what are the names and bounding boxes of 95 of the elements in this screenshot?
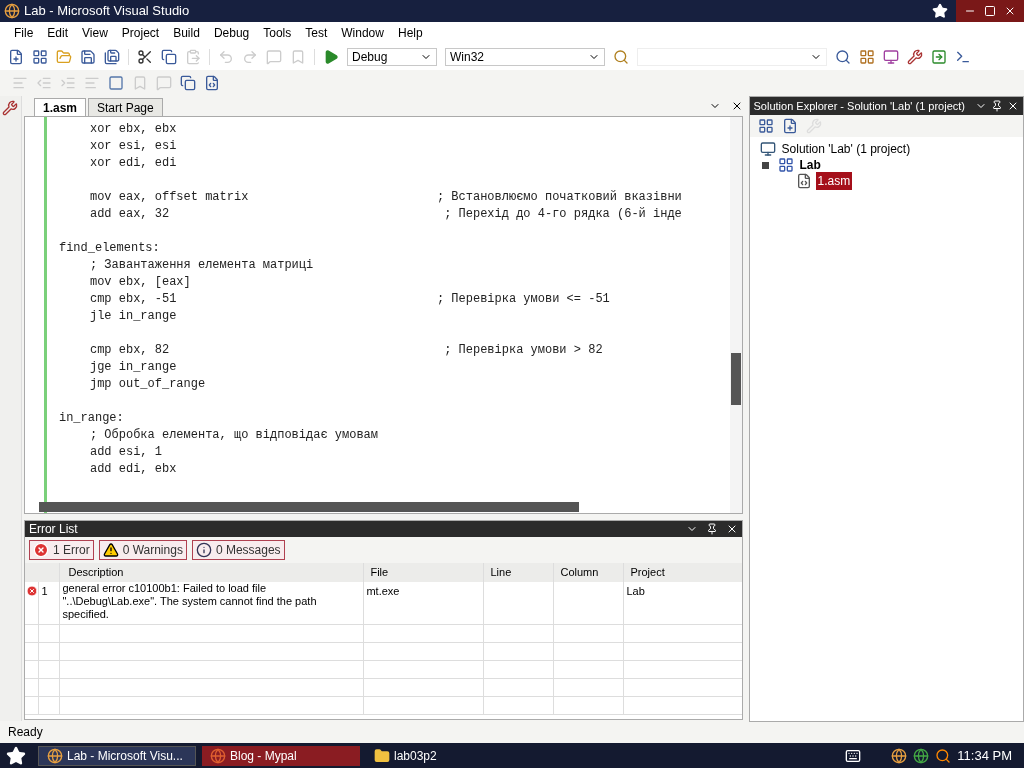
code-line: jge in_range — [88, 359, 177, 375]
code-line: xor esi, esi — [88, 138, 177, 154]
code-line: ; Завантаження елемента матриці — [88, 257, 314, 273]
table-cell: Lab — [623, 582, 742, 625]
column-header[interactable]: Description — [59, 563, 364, 582]
window-icon[interactable] — [883, 49, 899, 65]
window-title: Lab - Microsoft Visual Studio — [24, 2, 190, 21]
menu-item[interactable]: Debug — [207, 24, 256, 42]
table-cell: mt.exe — [363, 582, 484, 625]
collapse-toggle[interactable] — [761, 161, 769, 169]
code-comment: ; Перехід до 4-го рядка (6-й інде — [443, 206, 682, 223]
panel-title: Solution Explorer - Solution 'Lab' (1 project) — [753, 98, 965, 114]
terminal-icon[interactable] — [955, 49, 971, 65]
code-line: find_elements: — [58, 241, 160, 255]
search-icon[interactable] — [935, 747, 952, 764]
project-icon — [777, 157, 794, 173]
code-line: in_range: — [58, 411, 124, 425]
document-tab[interactable]: Start Page — [88, 98, 163, 116]
maximize-button[interactable] — [984, 5, 996, 17]
cut-icon[interactable] — [137, 49, 153, 65]
error-icon — [32, 542, 49, 558]
tree-item[interactable]: Lab — [797, 156, 823, 174]
search-icon[interactable] — [835, 49, 851, 65]
find-in-files-icon[interactable] — [613, 49, 629, 65]
table-cell: 1 — [38, 582, 60, 625]
table-cell: general error c10100b1: Failed to load file "..\Debug\Lab.exe". The system cannot find the path specified. — [59, 582, 364, 625]
clock: 11:34 PM — [957, 746, 1012, 765]
column-header[interactable]: File — [363, 563, 484, 582]
column-header[interactable]: Column — [553, 563, 624, 582]
panel-title: Error List — [28, 521, 78, 538]
menu-item[interactable]: Tools — [257, 24, 298, 42]
menu-item[interactable]: Window — [335, 24, 390, 42]
document-icon[interactable] — [180, 75, 196, 91]
browser-icon — [210, 747, 226, 764]
code-line: cmp ebx, -51 — [88, 291, 177, 307]
show-files-icon[interactable] — [781, 118, 798, 134]
pin-icon[interactable] — [705, 523, 718, 535]
close-icon[interactable] — [1007, 100, 1019, 112]
new-project-icon[interactable] — [8, 49, 24, 65]
tree-item[interactable]: Solution 'Lab' (1 project) — [779, 140, 913, 158]
taskbar-button[interactable]: Blog - Mypal — [202, 745, 360, 766]
menu-item[interactable]: Help — [391, 24, 429, 42]
warning-icon — [102, 542, 119, 558]
file-icon — [795, 173, 812, 189]
pin-icon[interactable] — [991, 100, 1003, 112]
app-icon — [4, 3, 20, 19]
code-line: mov ebx, [eax] — [88, 274, 191, 290]
start-button[interactable] — [6, 745, 26, 766]
start-debugging-icon[interactable] — [323, 49, 339, 65]
menu-item[interactable]: Build — [167, 24, 206, 42]
taskbar-button[interactable]: Lab - Microsoft Visu... — [38, 745, 196, 766]
code-comment: ; Встановлюємо початковий вказівни — [436, 189, 682, 206]
keyboard-icon[interactable] — [845, 747, 862, 764]
code-comment: ; Перевірка умови > 82 — [443, 342, 603, 359]
vertical-scrollbar[interactable] — [729, 117, 742, 513]
save-all-icon[interactable] — [104, 49, 120, 65]
menu-item[interactable]: Edit — [41, 24, 75, 42]
column-header[interactable]: Line — [483, 563, 554, 582]
taskbar-button[interactable]: lab03p2 — [366, 745, 524, 766]
menu-item[interactable]: Project — [115, 24, 166, 42]
column-header[interactable]: Project — [623, 563, 742, 582]
info-icon — [195, 542, 212, 558]
code-line: add eax, 32 — [88, 206, 170, 222]
menu-item[interactable]: Test — [299, 24, 334, 42]
code-comment: ; Перевірка умови <= -51 — [436, 291, 610, 308]
code-line: add esi, 1 — [88, 444, 162, 460]
tools-icon[interactable] — [907, 49, 923, 65]
code-line: ; Обробка елемента, що відповідає умовам — [88, 427, 378, 443]
menu-item[interactable]: File — [8, 24, 40, 42]
code-line: xor ebx, ebx — [88, 121, 177, 137]
code-line: jmp out_of_range — [88, 376, 206, 392]
horizontal-scrollbar[interactable] — [38, 502, 579, 512]
code-line: xor edi, edi — [88, 155, 177, 171]
app-icon — [47, 747, 63, 764]
status-text: Ready — [8, 724, 43, 741]
filter-button[interactable]: 0 Warnings — [98, 540, 187, 560]
code-line: cmp ebx, 82 — [88, 342, 170, 358]
filter-button[interactable]: 0 Messages — [191, 540, 285, 560]
close-icon[interactable] — [1004, 5, 1016, 17]
code-line: jle in_range — [88, 308, 177, 324]
menu-item[interactable]: View — [76, 24, 114, 42]
document-tab[interactable]: 1.asm — [33, 98, 86, 116]
copy-icon[interactable] — [161, 49, 177, 65]
rectangle-icon[interactable] — [108, 75, 124, 91]
tree-item[interactable]: 1.asm — [815, 172, 853, 190]
filter-button[interactable]: 1 Error — [28, 540, 94, 560]
folder-icon — [374, 747, 390, 764]
configuration-dropdown[interactable]: Win32 — [445, 48, 605, 66]
save-icon[interactable] — [80, 49, 96, 65]
code-editor[interactable] — [23, 116, 743, 514]
configuration-dropdown[interactable]: Debug — [347, 48, 437, 66]
code-line: mov eax, offset matrix — [88, 189, 249, 205]
code-line: add edi, ebx — [88, 461, 177, 477]
toolbox-icon[interactable] — [2, 100, 19, 116]
star-icon — [932, 3, 948, 19]
